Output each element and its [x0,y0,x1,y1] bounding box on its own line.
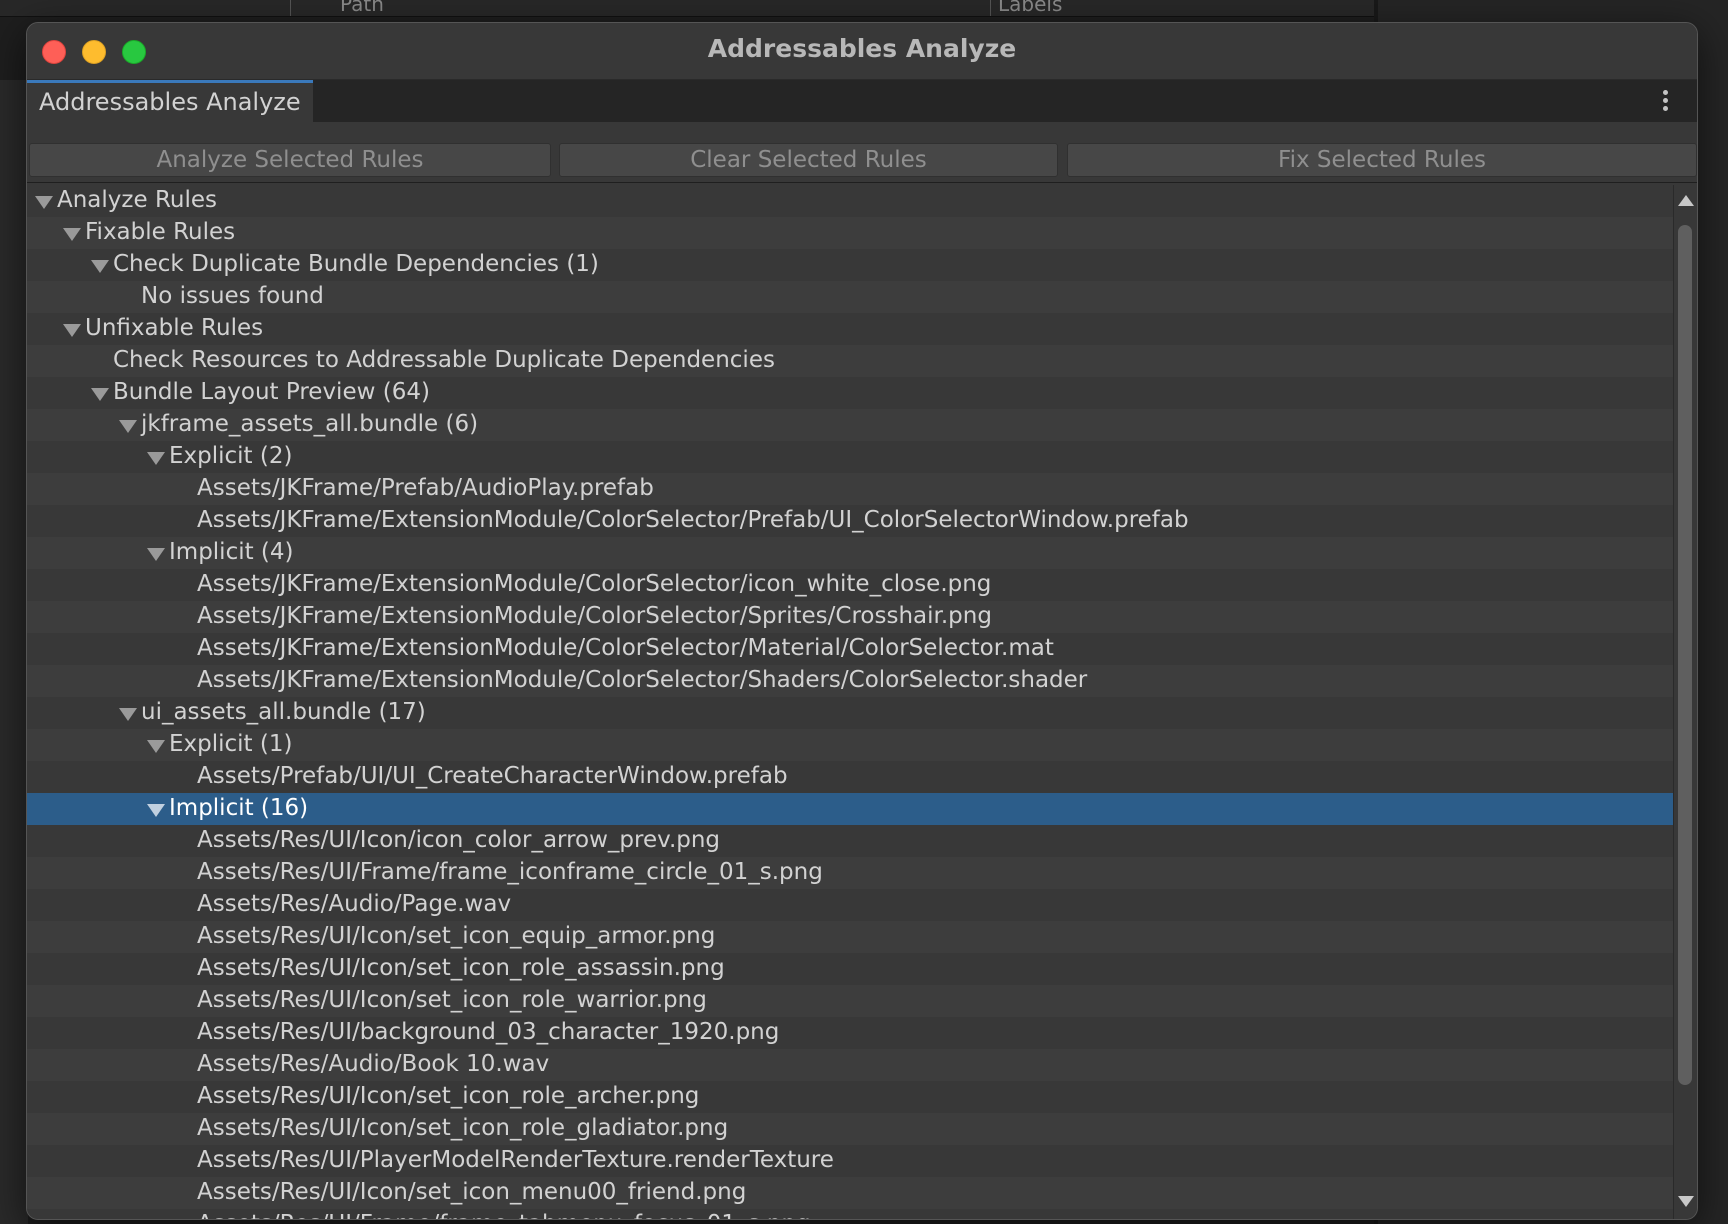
tree-row[interactable]: Assets/Res/UI/Frame/frame_tabmenu_focus_… [27,1209,1673,1219]
more-options-icon[interactable] [1661,90,1669,114]
tree-row-label: Assets/JKFrame/ExtensionModule/ColorSele… [197,635,1054,661]
tree-row-label: Assets/Res/UI/Icon/set_icon_role_warrior… [197,987,707,1013]
tree-row[interactable]: ui_assets_all.bundle (17) [27,697,1673,729]
vertical-scrollbar[interactable] [1673,185,1697,1219]
tree-row-label: Check Resources to Addressable Duplicate… [113,347,775,373]
tree-row[interactable]: Assets/JKFrame/ExtensionModule/ColorSele… [27,569,1673,601]
tree-row[interactable]: Assets/JKFrame/ExtensionModule/ColorSele… [27,505,1673,537]
tree-row[interactable]: Assets/Res/UI/background_03_character_19… [27,1017,1673,1049]
tree-row[interactable]: Fixable Rules [27,217,1673,249]
tree-row-label: Assets/Res/UI/Icon/set_icon_role_assassi… [197,955,725,981]
tree-row-label: Assets/Res/UI/PlayerModelRenderTexture.r… [197,1147,834,1173]
foldout-arrow-icon[interactable] [147,740,165,753]
tree-row[interactable]: Assets/Res/UI/Icon/set_icon_equip_armor.… [27,921,1673,953]
tree-row-label: Assets/Res/Audio/Book 10.wav [197,1051,550,1077]
foldout-arrow-icon[interactable] [147,804,165,817]
tree-row-label: Assets/Res/UI/Icon/set_icon_equip_armor.… [197,923,716,949]
tree-row-label: Assets/JKFrame/ExtensionModule/ColorSele… [197,667,1088,693]
tree-row[interactable]: Assets/Res/UI/Icon/icon_color_arrow_prev… [27,825,1673,857]
tree-row[interactable]: Assets/JKFrame/Prefab/AudioPlay.prefab [27,473,1673,505]
tree-row[interactable]: Bundle Layout Preview (64) [27,377,1673,409]
tree-row-label: Implicit (4) [169,539,294,565]
foldout-arrow-icon[interactable] [63,324,81,337]
tree-row-label: Fixable Rules [85,219,236,245]
foldout-arrow-icon[interactable] [63,228,81,241]
tree-row-label: ui_assets_all.bundle (17) [141,699,426,725]
tree-row-label: Assets/Res/UI/Icon/set_icon_menu00_frien… [197,1179,747,1205]
tree-row[interactable]: Implicit (16) [27,793,1673,825]
tree-row[interactable]: Assets/JKFrame/ExtensionModule/ColorSele… [27,601,1673,633]
tree-row[interactable]: Assets/Prefab/UI/UI_CreateCharacterWindo… [27,761,1673,793]
tree-row[interactable]: Assets/Res/UI/Icon/set_icon_role_assassi… [27,953,1673,985]
tree-row[interactable]: Implicit (4) [27,537,1673,569]
tree-row-label: Assets/Prefab/UI/UI_CreateCharacterWindo… [197,763,788,789]
tree-row[interactable]: No issues found [27,281,1673,313]
tree-row[interactable]: Check Duplicate Bundle Dependencies (1) [27,249,1673,281]
foldout-arrow-icon[interactable] [35,196,53,209]
tree-row[interactable]: Assets/Res/UI/Icon/set_icon_menu00_frien… [27,1177,1673,1209]
tree-row-label: Assets/JKFrame/ExtensionModule/ColorSele… [197,603,992,629]
tree-row[interactable]: jkframe_assets_all.bundle (6) [27,409,1673,441]
foldout-arrow-icon[interactable] [91,260,109,273]
tree-row-label: Assets/Res/UI/Icon/set_icon_role_archer.… [197,1083,700,1109]
toolbar: Analyze Selected Rules Clear Selected Ru… [27,122,1697,183]
clear-selected-rules-button[interactable]: Clear Selected Rules [559,143,1058,177]
tree-row[interactable]: Assets/Res/UI/Icon/set_icon_role_warrior… [27,985,1673,1017]
tree-row[interactable]: Assets/Res/UI/Frame/frame_iconframe_circ… [27,857,1673,889]
tree-row-label: Analyze Rules [57,187,217,213]
tree-row-label: Assets/JKFrame/ExtensionModule/ColorSele… [197,507,1189,533]
analyze-window: Addressables Analyze Addressables Analyz… [26,22,1698,1220]
tree-row[interactable]: Explicit (2) [27,441,1673,473]
tree-row-label: Bundle Layout Preview (64) [113,379,430,405]
tree-row-label: Assets/JKFrame/Prefab/AudioPlay.prefab [197,475,654,501]
tree-row-label: Assets/Res/UI/Icon/set_icon_role_gladiat… [197,1115,729,1141]
foldout-arrow-icon[interactable] [147,452,165,465]
window-title: Addressables Analyze [707,34,1017,63]
tree-row-label: Assets/JKFrame/ExtensionModule/ColorSele… [197,571,992,597]
tree-row-label: Assets/Res/Audio/Page.wav [197,891,512,917]
header-column-labels[interactable]: Labels [998,0,1062,16]
foldout-arrow-icon[interactable] [147,548,165,561]
tree-row[interactable]: Assets/Res/UI/Icon/set_icon_role_archer.… [27,1081,1673,1113]
tree-row[interactable]: Assets/Res/UI/Icon/set_icon_role_gladiat… [27,1113,1673,1145]
tree-row-label: Implicit (16) [169,795,309,821]
background-left-panel [0,80,28,1224]
fix-selected-rules-button[interactable]: Fix Selected Rules [1067,143,1697,177]
tree-row[interactable]: Assets/JKFrame/ExtensionModule/ColorSele… [27,633,1673,665]
header-column-path[interactable]: Path [340,0,384,16]
analyze-selected-rules-button[interactable]: Analyze Selected Rules [29,143,551,177]
tree-row-label: jkframe_assets_all.bundle (6) [141,411,479,437]
tab-bar: Addressables Analyze [27,80,1697,122]
tree-row-label: Assets/Res/UI/Frame/frame_iconframe_circ… [197,859,823,885]
foldout-arrow-icon[interactable] [119,420,137,433]
tree-row[interactable]: Check Resources to Addressable Duplicate… [27,345,1673,377]
tree-row[interactable]: Assets/Res/Audio/Page.wav [27,889,1673,921]
tree-row-label: Explicit (2) [169,443,293,469]
scroll-down-arrow-icon[interactable] [1678,1196,1694,1207]
analyze-rules-tree[interactable]: Analyze Rules Fixable Rules Check Duplicat… [27,185,1673,1219]
tree-row[interactable]: Assets/Res/Audio/Book 10.wav [27,1049,1673,1081]
tree-row[interactable]: Assets/Res/UI/PlayerModelRenderTexture.r… [27,1145,1673,1177]
tree-row[interactable]: Explicit (1) [27,729,1673,761]
tree-row-label: Assets/Res/UI/background_03_character_19… [197,1019,780,1045]
tree-row-label: Assets/Res/UI/Frame/frame_tabmenu_focus_… [197,1209,811,1219]
scrollbar-thumb[interactable] [1678,225,1692,1085]
tree-row[interactable]: Assets/JKFrame/ExtensionModule/ColorSele… [27,665,1673,697]
tree-row-label: Check Duplicate Bundle Dependencies (1) [113,251,599,277]
foldout-arrow-icon[interactable] [119,708,137,721]
tree-row[interactable]: Analyze Rules [27,185,1673,217]
window-titlebar[interactable]: Addressables Analyze [27,23,1697,80]
tab-addressables-analyze[interactable]: Addressables Analyze [27,80,313,122]
tree-row-label: Unfixable Rules [85,315,264,341]
header-separator [290,0,291,16]
tree-row-label: Assets/Res/UI/Icon/icon_color_arrow_prev… [197,827,721,853]
scroll-up-arrow-icon[interactable] [1678,195,1694,206]
tree-row[interactable]: Unfixable Rules [27,313,1673,345]
tree-row-label: Explicit (1) [169,731,293,757]
foldout-arrow-icon[interactable] [91,388,109,401]
header-separator [990,0,991,16]
tree-row-label: No issues found [141,283,324,309]
